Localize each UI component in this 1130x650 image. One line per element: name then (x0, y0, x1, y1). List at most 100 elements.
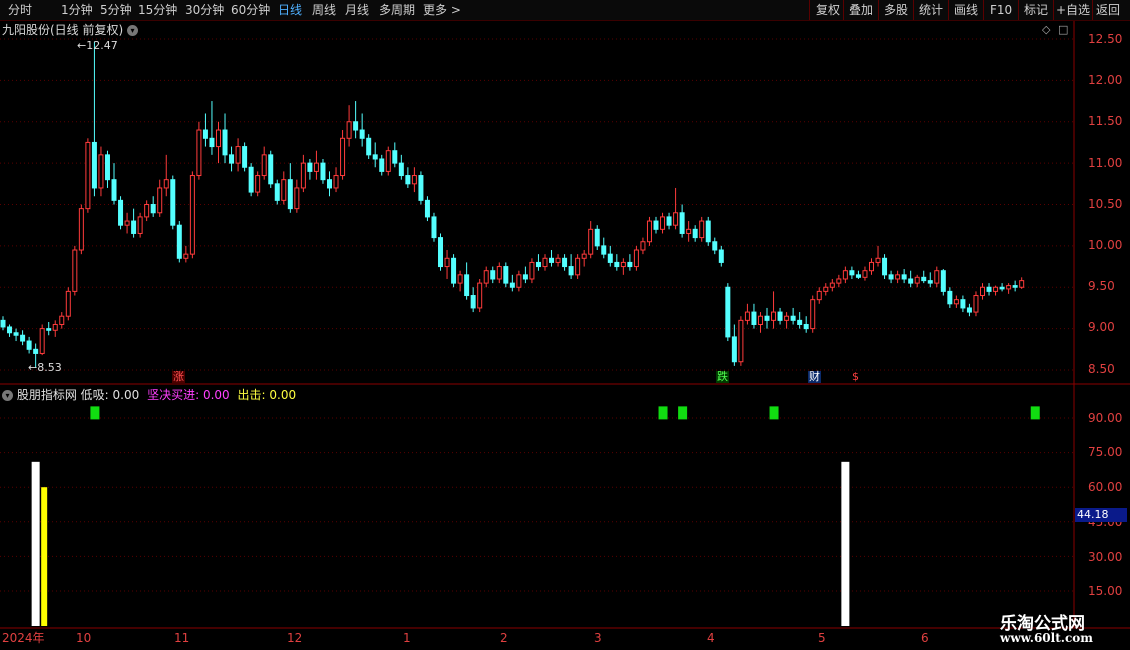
candle-body (464, 274, 470, 297)
date-tick: 4 (707, 631, 715, 645)
candle-body (59, 315, 65, 325)
candle-body (575, 257, 581, 276)
low-value: 8.53 (37, 361, 62, 374)
candle-body (78, 208, 84, 251)
high-marker: ←12.47 (77, 39, 118, 52)
candle-body (849, 270, 855, 276)
candle-body (118, 199, 124, 226)
kline-chart[interactable] (0, 0, 1130, 650)
candle-body (392, 150, 398, 164)
yellow-bar (41, 487, 48, 626)
indicator-tick: 15.00 (1088, 584, 1123, 598)
candle-body (490, 270, 496, 280)
indicator-title[interactable]: ▾ 股朋指标网 低吸: 0.00 坚决买进: 0.00 出击: 0.00 (2, 387, 296, 403)
candle-body (601, 245, 607, 255)
candle-body (901, 274, 907, 280)
candle-body (777, 311, 783, 321)
candle-body (882, 257, 888, 276)
price-tick: 10.50 (1088, 197, 1123, 211)
candle-body (124, 220, 130, 226)
candle-body (816, 290, 822, 301)
candle-body (966, 307, 972, 313)
candle-body (673, 212, 679, 226)
candle-body (823, 286, 829, 292)
candle-body (999, 286, 1005, 290)
candle-body (0, 319, 6, 328)
price-tick: 9.50 (1088, 279, 1115, 293)
candle-body (1006, 285, 1012, 290)
green-signal (658, 406, 668, 420)
candle-body (757, 315, 763, 325)
candle-body (686, 228, 692, 234)
candle-body (725, 286, 731, 338)
dividend-tag[interactable]: $ (851, 371, 860, 383)
green-signal (1030, 406, 1040, 420)
candle-body (953, 299, 959, 305)
candle-body (960, 299, 966, 309)
candle-body (594, 228, 600, 247)
candle-body (189, 175, 195, 255)
candle-body (744, 311, 750, 321)
candle-body (855, 274, 861, 278)
candle-body (157, 187, 163, 214)
candle-body (738, 319, 744, 363)
limit-down-tag[interactable]: 跌 (716, 371, 729, 383)
candle-body (633, 249, 639, 268)
candle-body (313, 162, 319, 172)
date-tick: 10 (76, 631, 92, 645)
candle-body (366, 137, 372, 156)
candle-body (620, 261, 626, 268)
price-tick: 8.50 (1088, 362, 1115, 376)
candle-body (829, 282, 835, 288)
date-tick: 12 (287, 631, 303, 645)
candle-body (934, 270, 940, 284)
candle-body (470, 295, 476, 309)
candle-body (914, 276, 920, 284)
candle-body (281, 179, 287, 201)
finance-tag[interactable]: 财 (808, 371, 821, 383)
candle-body (614, 261, 620, 268)
white-bar (841, 461, 850, 626)
candle-body (261, 154, 267, 177)
candle-body (980, 286, 985, 297)
candle-body (692, 228, 698, 239)
candle-body (483, 270, 489, 284)
low-buy-label: 低吸: (80, 388, 109, 402)
low-buy-value: 0.00 (112, 388, 140, 402)
candle-body (359, 129, 365, 139)
candle-body (581, 253, 587, 259)
candle-body (13, 332, 19, 336)
candle-body (33, 348, 39, 354)
candle-body (411, 175, 417, 185)
candle-body (26, 340, 32, 350)
chevron-down-icon[interactable]: ▾ (2, 390, 13, 401)
candle-body (340, 137, 346, 177)
candle-body (91, 141, 97, 189)
candle-body (52, 323, 58, 331)
candle-body (268, 154, 274, 185)
candle-body (679, 212, 685, 234)
candle-body (588, 228, 594, 255)
candle-body (379, 158, 385, 172)
indicator-tick: 30.00 (1088, 550, 1123, 564)
candle-body (85, 141, 91, 210)
candle-body (438, 237, 444, 268)
low-marker: ←8.53 (28, 361, 62, 374)
firm-buy-value: 0.00 (202, 388, 230, 402)
candle-body (65, 290, 71, 317)
candle-body (176, 224, 182, 259)
limit-up-tag[interactable]: 涨 (172, 371, 185, 383)
date-tick: 11 (174, 631, 190, 645)
candle-body (104, 154, 110, 181)
candle-body (98, 154, 104, 189)
candle-body (947, 290, 953, 305)
strike-value: 0.00 (269, 388, 297, 402)
candle-body (993, 286, 999, 292)
date-tick: 3 (594, 631, 602, 645)
candle-body (646, 220, 652, 243)
candle-body (320, 162, 326, 181)
current-value-badge: 44.18 (1075, 508, 1127, 522)
candle-body (477, 282, 483, 309)
indicator-tick: 75.00 (1088, 445, 1123, 459)
candle-body (196, 129, 202, 177)
